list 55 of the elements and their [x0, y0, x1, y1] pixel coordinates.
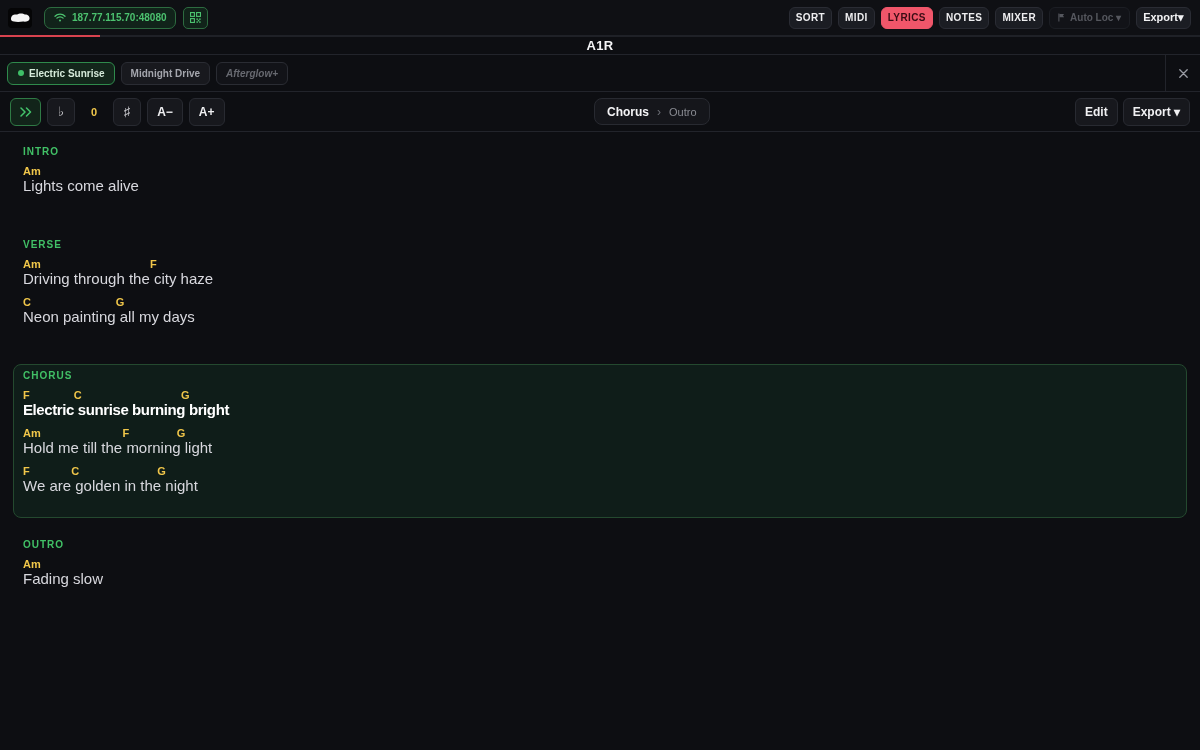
chord-label: Am	[23, 165, 41, 177]
double-chevron-icon	[19, 106, 32, 117]
chord-label: G	[176, 427, 186, 439]
view-tab[interactable]: LYRICS	[880, 6, 933, 29]
flat-button[interactable]: ♭	[47, 97, 75, 126]
status-dot-icon	[18, 70, 24, 76]
view-tab[interactable]: MIDI	[838, 6, 875, 29]
transpose-value: 0	[90, 105, 99, 118]
qr-code-button[interactable]	[182, 6, 208, 29]
chord-label: Am	[23, 427, 41, 439]
section-label: INTRO	[23, 146, 60, 158]
connection-button[interactable]: 187.77.115.70:48080	[44, 6, 176, 29]
font-larger-button[interactable]: A+	[188, 97, 225, 126]
wifi-icon	[54, 13, 66, 22]
export-button[interactable]: Export ▾	[1122, 97, 1190, 126]
lyric-line: Hold me till the morning light	[23, 439, 213, 457]
lyric-line: Fading slow	[23, 570, 104, 588]
chord-label: G	[115, 296, 125, 308]
lyric-line: We are golden in the night	[23, 477, 198, 495]
chord-label: Am	[23, 558, 41, 570]
chord-label: C	[73, 389, 82, 401]
view-tab[interactable]: NOTES	[938, 6, 990, 29]
chord-label: Am	[23, 258, 41, 270]
lyric-line: Driving through the city haze	[23, 270, 214, 288]
forward-button[interactable]	[10, 97, 41, 126]
breadcrumb-separator: ›	[657, 104, 661, 119]
chord-label: F	[23, 465, 30, 477]
section-label: OUTRO	[23, 539, 65, 551]
section-label: VERSE	[23, 239, 62, 251]
breadcrumb-next[interactable]: Outro	[669, 105, 697, 118]
chord-label: F	[122, 427, 130, 439]
breadcrumb-current: Chorus	[607, 104, 649, 119]
logo-icon	[8, 7, 32, 28]
view-tab[interactable]: MIXER	[995, 6, 1044, 29]
sharp-button[interactable]: ♯	[113, 97, 142, 126]
close-icon	[1178, 68, 1188, 78]
lyric-line: Electric sunrise burning bright	[23, 401, 229, 419]
chord-label: G	[157, 465, 166, 477]
chord-label: G	[180, 389, 190, 401]
section-label: CHORUS	[23, 370, 73, 382]
chord-label: C	[23, 296, 31, 308]
chord-label: F	[149, 258, 157, 270]
song-title: A1R	[586, 38, 614, 53]
song-tab[interactable]: Electric Sunrise	[7, 61, 115, 85]
flag-icon	[1058, 13, 1066, 22]
edit-button[interactable]: Edit	[1075, 97, 1118, 126]
font-smaller-button[interactable]: A−	[147, 97, 183, 126]
lyric-line: Neon painting all my days	[23, 308, 195, 326]
qr-code-icon	[189, 12, 201, 23]
export-button[interactable]: Export▾	[1136, 6, 1191, 29]
lyric-line: Lights come alive	[23, 177, 139, 195]
chord-label: C	[71, 465, 80, 477]
song-tab[interactable]: Midnight Drive	[120, 61, 211, 85]
chord-label: F	[23, 389, 30, 401]
view-tab[interactable]: SORT	[788, 6, 833, 29]
